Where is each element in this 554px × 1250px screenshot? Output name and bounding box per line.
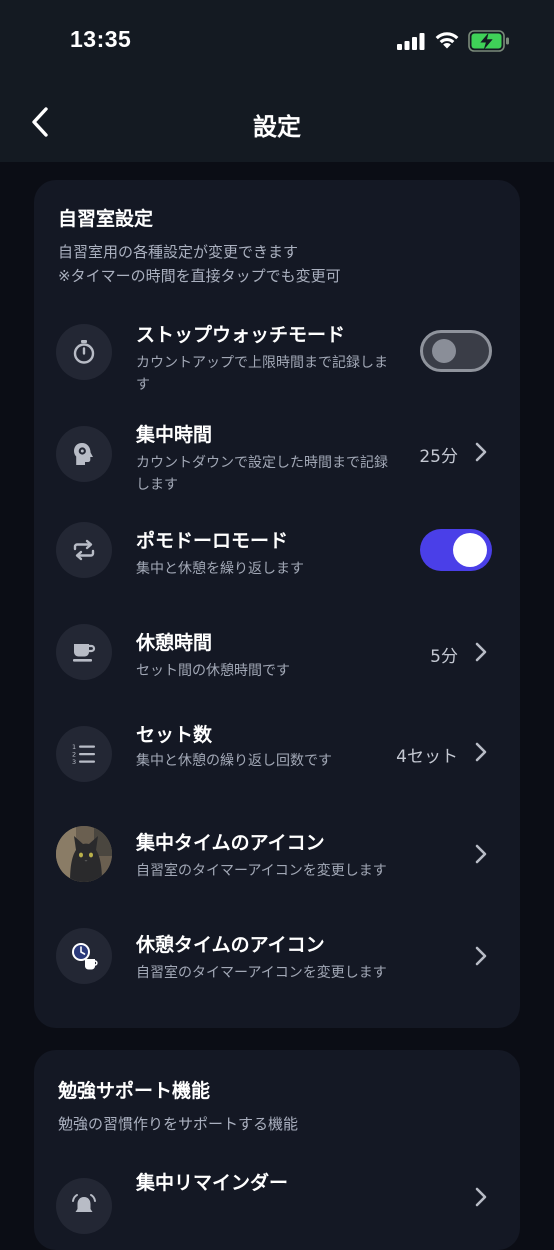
stopwatch-mode-row[interactable]: ストップウォッチモード カウントアップで上限時間まで記録します: [34, 314, 520, 394]
toggle-knob: [432, 339, 456, 363]
svg-text:3: 3: [72, 758, 76, 766]
section-description: 勉強の習慣作りをサポートする機能: [58, 1115, 299, 1133]
row-title: 集中時間: [136, 424, 213, 446]
chevron-right-icon: [475, 844, 487, 864]
row-subtitle: カウントダウンで設定した時間まで記録します: [136, 455, 388, 493]
numbered-list-icon: 1 2 3: [56, 726, 112, 782]
row-title: セット数: [136, 724, 213, 746]
row-subtitle: 自習室のタイマーアイコンを変更します: [136, 965, 387, 981]
focus-time-row[interactable]: 集中時間 カウントダウンで設定した時間まで記録します 25分: [34, 416, 520, 496]
status-time: 13:35: [70, 26, 132, 52]
toggle-knob: [453, 533, 487, 567]
cellular-signal-icon: [397, 33, 425, 50]
section-description: 自習室用の各種設定が変更できます ※タイマーの時間を直接タップでも変更可: [58, 240, 341, 288]
clock-cup-icon: [56, 928, 112, 984]
row-subtitle: カウントアップで上限時間まで記録します: [136, 355, 388, 393]
row-subtitle: 集中と休憩を繰り返します: [136, 561, 304, 577]
navigation-bar: 設定: [0, 80, 554, 162]
chevron-right-icon: [475, 1187, 487, 1207]
row-title: 集中リマインダー: [136, 1172, 289, 1194]
focus-reminder-row[interactable]: 集中リマインダー: [34, 1168, 520, 1238]
chevron-right-icon: [475, 946, 487, 966]
break-time-value: 5分: [430, 647, 458, 667]
row-subtitle: 自習室のタイマーアイコンを変更します: [136, 863, 387, 879]
cat-avatar: [56, 826, 112, 882]
stopwatch-icon: [56, 324, 112, 380]
chevron-right-icon: [475, 442, 487, 462]
set-count-value: 4セット: [396, 747, 458, 767]
wifi-icon: [435, 32, 459, 49]
study-support-card: 勉強サポート機能 勉強の習慣作りをサポートする機能 集中リマインダー: [34, 1050, 520, 1250]
chevron-right-icon: [475, 742, 487, 762]
row-subtitle: セット間の休憩時間です: [136, 663, 290, 679]
row-title: ポモドーロモード: [136, 530, 289, 552]
repeat-icon: [56, 522, 112, 578]
break-time-row[interactable]: 休憩時間 セット間の休憩時間です 5分: [34, 624, 520, 686]
pomodoro-mode-row[interactable]: ポモドーロモード 集中と休憩を繰り返します: [34, 522, 520, 584]
row-subtitle: 集中と休憩の繰り返し回数です: [136, 753, 332, 769]
chevron-right-icon: [475, 642, 487, 662]
status-bar: 13:35: [0, 0, 554, 80]
section-title: 自習室設定: [58, 208, 154, 230]
section-title: 勉強サポート機能: [58, 1080, 211, 1102]
focus-time-value: 25分: [419, 447, 458, 467]
focus-time-icon-row[interactable]: 集中タイムのアイコン 自習室のタイマーアイコンを変更します: [34, 826, 520, 888]
stopwatch-mode-toggle[interactable]: [420, 330, 492, 372]
page-title: 設定: [253, 113, 301, 141]
section-description-line2: ※タイマーの時間を直接タップでも変更可: [58, 267, 341, 285]
break-time-icon-row[interactable]: 休憩タイムのアイコン 自習室のタイマーアイコンを変更します: [34, 928, 520, 990]
section-description-line1: 自習室用の各種設定が変更できます: [58, 243, 299, 261]
set-count-row[interactable]: 1 2 3 セット数 集中と休憩の繰り返し回数です 4セット: [34, 718, 520, 798]
row-title: 集中タイムのアイコン: [136, 832, 325, 854]
study-room-settings-card: 自習室設定 自習室用の各種設定が変更できます ※タイマーの時間を直接タップでも変…: [34, 180, 520, 1028]
alarm-icon: [56, 1178, 112, 1234]
row-title: 休憩時間: [136, 632, 213, 654]
row-title: 休憩タイムのアイコン: [136, 934, 325, 956]
brain-head-icon: [56, 426, 112, 482]
pomodoro-mode-toggle[interactable]: [420, 529, 492, 571]
battery-charging-icon: [468, 30, 509, 52]
row-title: ストップウォッチモード: [136, 324, 346, 346]
coffee-cup-icon: [56, 624, 112, 680]
